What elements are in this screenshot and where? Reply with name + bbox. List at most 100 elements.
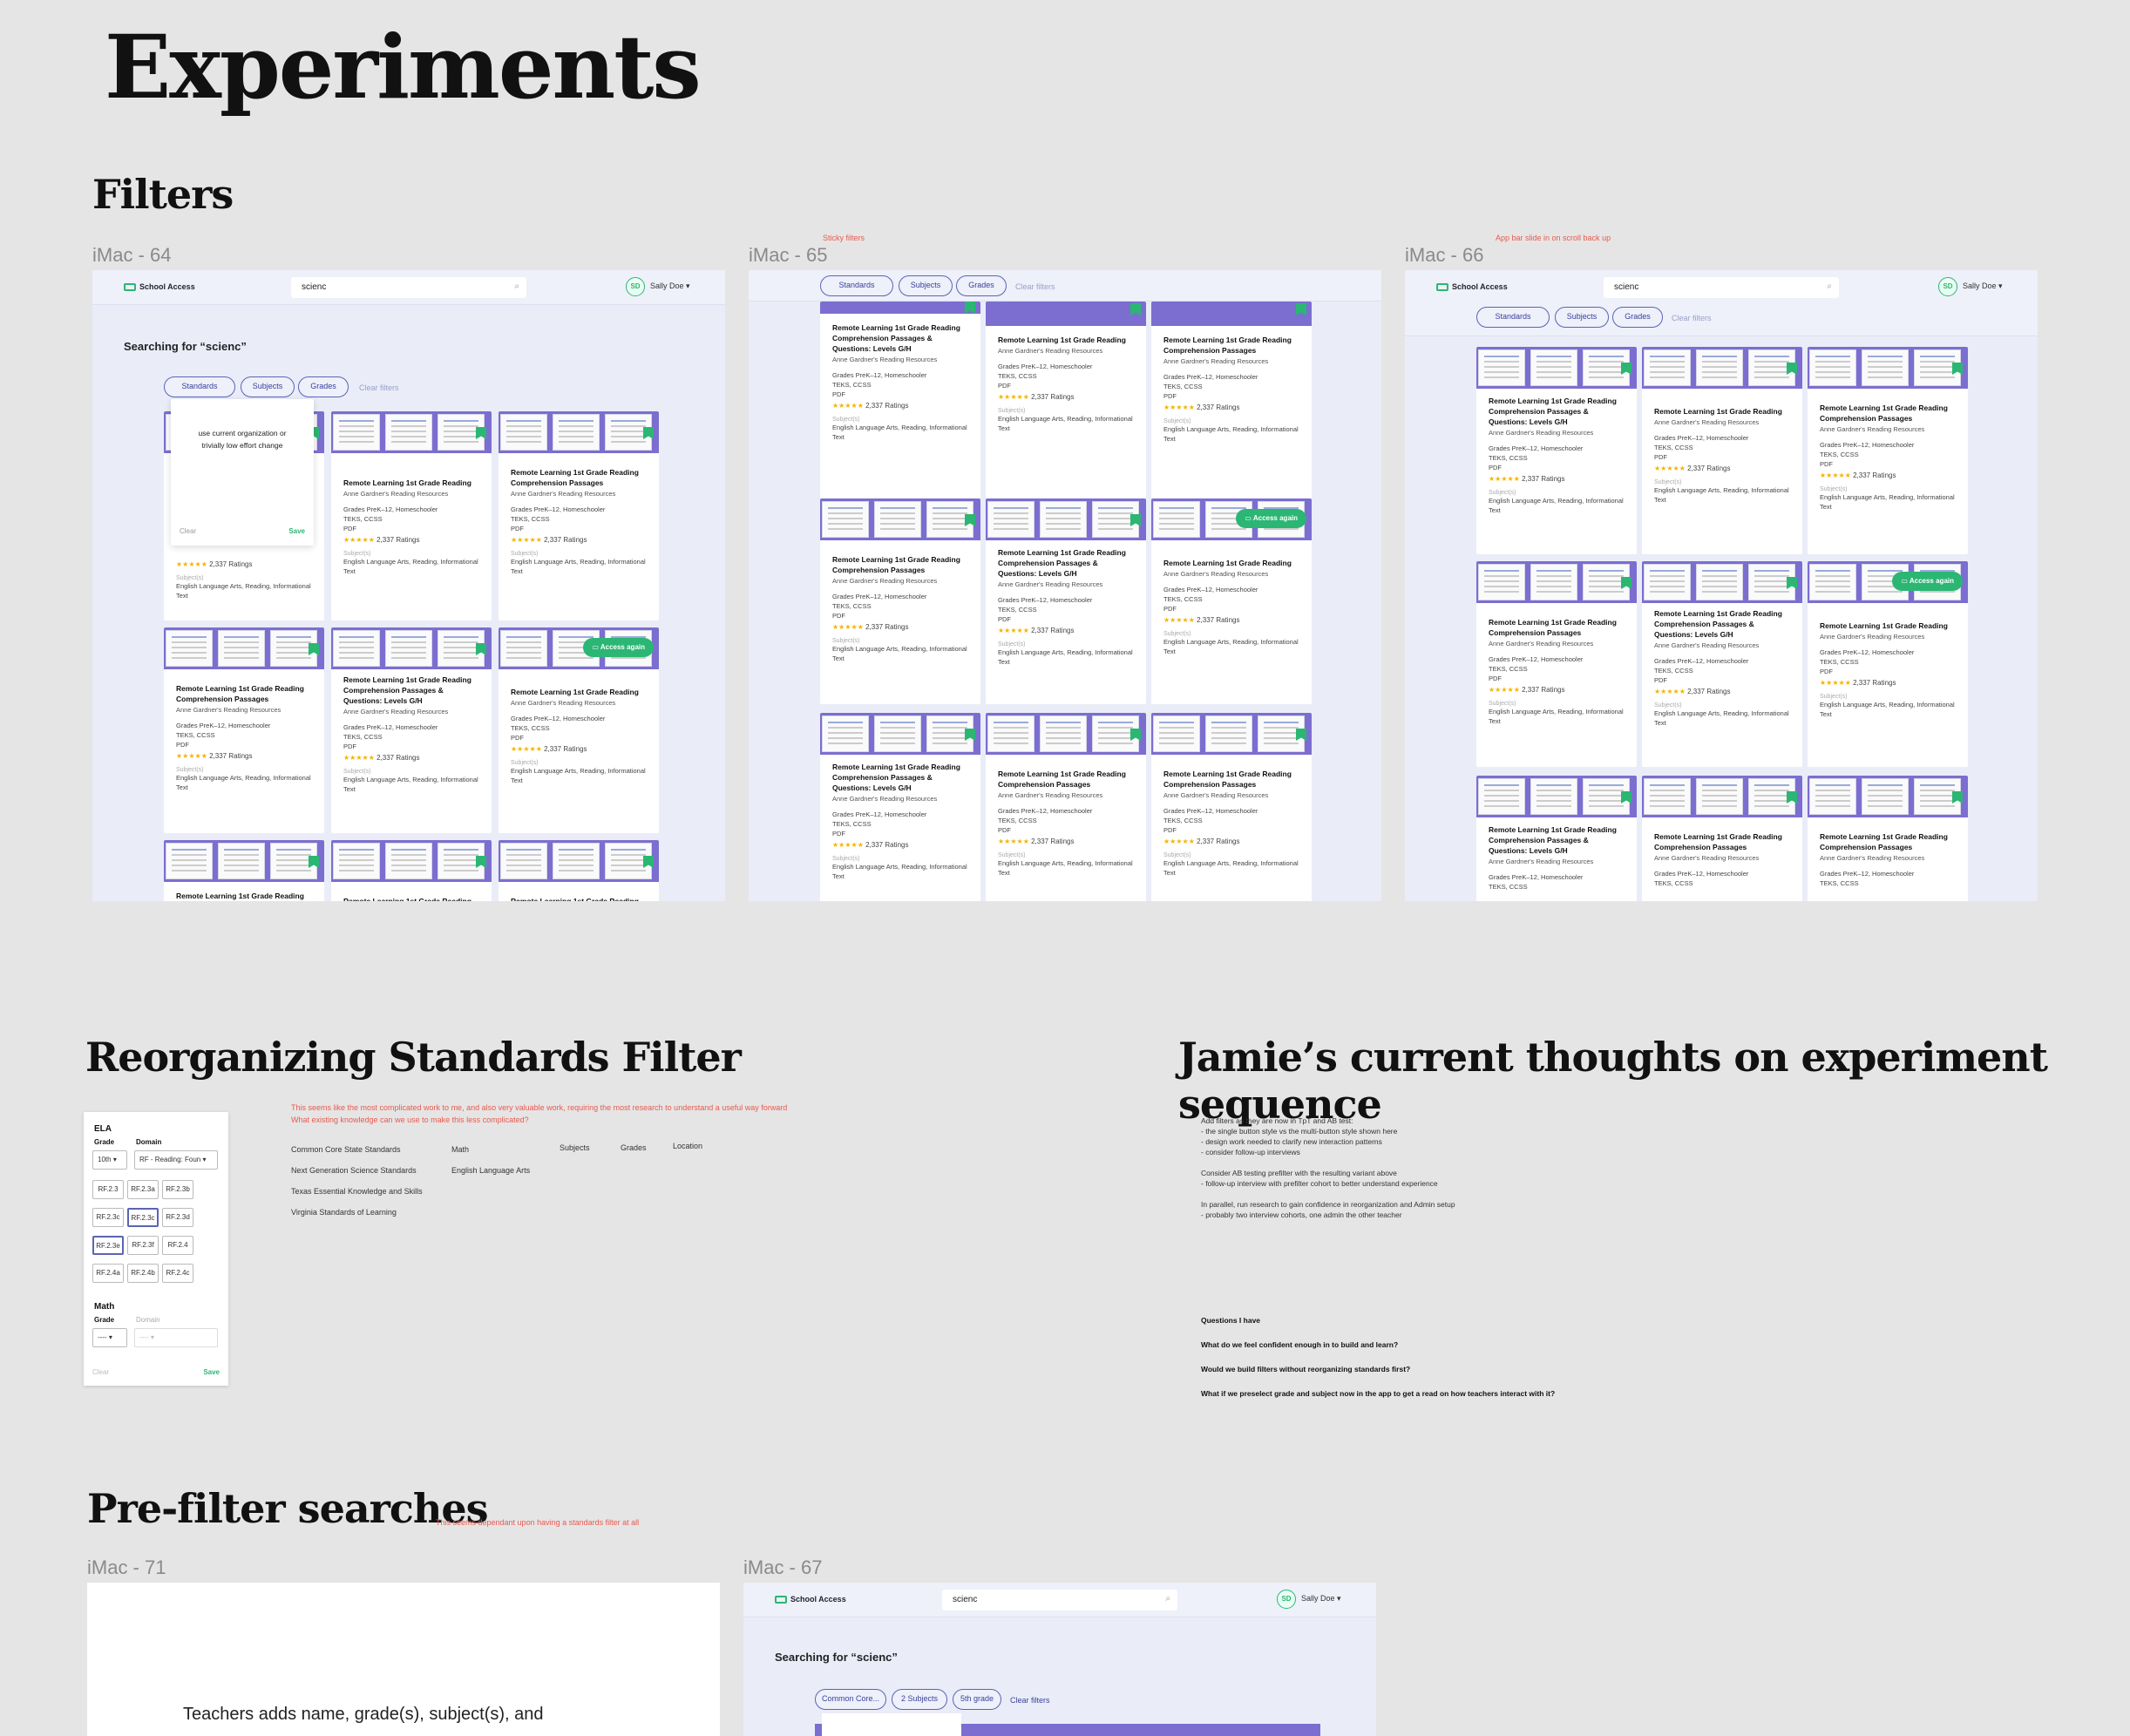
user-menu[interactable]: SD Sally Doe ▾ xyxy=(1277,1590,1341,1609)
search-input[interactable]: scienc ⌕ xyxy=(942,1590,1177,1611)
resource-card[interactable]: ▭ Access again Remote Learning 1st Grade… xyxy=(499,627,659,833)
resource-card[interactable]: Remote Learning 1st Grade Reading xyxy=(499,840,659,901)
panel-clear-button[interactable]: Clear xyxy=(92,1368,109,1376)
frame-imac65: Standards Subjects Grades Clear filters … xyxy=(749,270,1381,901)
prefilter-subjects[interactable]: 2 Subjects xyxy=(892,1689,947,1710)
card-title[interactable]: Remote Learning 1st Grade Reading Compre… xyxy=(343,675,479,706)
search-input[interactable]: scienc ⌕ xyxy=(291,277,526,298)
code-button[interactable]: RF.2.4 xyxy=(162,1236,193,1255)
clear-filters-link[interactable]: Clear filters xyxy=(1015,282,1055,291)
resource-card[interactable]: Remote Learning 1st Grade Reading Compre… xyxy=(1476,776,1637,901)
standards-popover: use current organization or trivially lo… xyxy=(171,399,314,546)
subject-item[interactable]: English Language Arts xyxy=(451,1166,530,1175)
subject-item[interactable]: Math xyxy=(451,1145,530,1154)
clear-filters-link[interactable]: Clear filters xyxy=(1010,1696,1050,1705)
standard-item[interactable]: Common Core State Standards xyxy=(291,1145,423,1154)
resource-card[interactable]: Remote Learning 1st Grade Reading Compre… xyxy=(164,627,324,833)
resource-card[interactable]: Remote Learning 1st Grade Reading Compre… xyxy=(331,627,492,833)
resource-card[interactable]: Remote Learning 1st Grade Reading Compre… xyxy=(820,498,980,704)
resource-card[interactable]: Remote Learning 1st Grade Reading Compre… xyxy=(1808,347,1968,554)
code-button[interactable]: RF.2.3f xyxy=(127,1236,159,1255)
user-menu[interactable]: SD Sally Doe ▾ xyxy=(626,277,690,296)
math-domain-select[interactable]: ---- ▾ xyxy=(134,1328,218,1347)
monitor-icon: ▭ xyxy=(592,643,600,651)
bookmark-icon[interactable] xyxy=(1296,303,1306,315)
code-button[interactable]: RF.2.4b xyxy=(127,1264,159,1283)
resource-card[interactable]: Remote Learning 1st Grade Reading Compre… xyxy=(1151,302,1312,498)
panel-save-button[interactable]: Save xyxy=(203,1368,220,1376)
searching-label: Searching for “scienc” xyxy=(124,340,247,353)
access-again-button[interactable]: ▭ Access again xyxy=(1892,572,1963,591)
resource-card[interactable]: Remote Learning 1st Grade Reading Anne Ga… xyxy=(331,411,492,620)
resource-card[interactable]: Remote Learning 1st Grade Reading Compre… xyxy=(820,302,980,498)
resource-card[interactable]: Remote Learning 1st Grade Reading Compre… xyxy=(1642,776,1802,901)
code-button[interactable]: RF.2.3a xyxy=(127,1180,159,1199)
chevron-down-icon: ▾ xyxy=(686,281,690,290)
code-button[interactable]: RF.2.4a xyxy=(92,1264,124,1283)
bookmark-icon[interactable] xyxy=(965,302,975,314)
school-access-logo[interactable]: School Access xyxy=(124,282,195,292)
resource-card[interactable]: Remote Learning 1st Grade Reading Anne Ga… xyxy=(986,302,1146,498)
resource-card[interactable]: Remote Learning 1st Grade Reading Compre… xyxy=(986,713,1146,901)
filter-subjects[interactable]: Subjects xyxy=(241,376,295,397)
code-button[interactable]: RF.2.4c xyxy=(162,1264,193,1283)
filter-grades[interactable]: Grades xyxy=(298,376,349,397)
resource-card[interactable]: Remote Learning 1st Grade Reading Compre… xyxy=(1476,347,1637,554)
search-input[interactable]: scienc ⌕ xyxy=(1604,277,1839,298)
domain-select[interactable]: RF - Reading: Foun ▾ xyxy=(134,1150,218,1170)
clear-filters-link[interactable]: Clear filters xyxy=(1672,314,1712,322)
resource-card[interactable]: Remote Learning 1st Grade Reading Compre… xyxy=(164,840,324,901)
resource-card[interactable]: Remote Learning 1st Grade Reading Compre… xyxy=(1808,776,1968,901)
access-again-button[interactable]: ▭ Access again xyxy=(583,638,654,657)
card-title[interactable]: Remote Learning 1st Grade Reading Compre… xyxy=(511,467,647,488)
filter-grades[interactable]: Grades xyxy=(956,275,1007,296)
resource-card[interactable]: Remote Learning 1st Grade Reading Anne Ga… xyxy=(1642,347,1802,554)
search-icon: ⌕ xyxy=(1165,1594,1170,1604)
card-title[interactable]: Remote Learning 1st Grade Reading Compre… xyxy=(176,683,312,704)
resource-card[interactable]: Remote Learning 1st Grade Reading Compre… xyxy=(986,498,1146,704)
filter-subjects[interactable]: Subjects xyxy=(899,275,953,296)
code-button[interactable]: RF.2.3c xyxy=(92,1208,124,1227)
access-again-button[interactable]: ▭ Access again xyxy=(1236,509,1306,528)
resource-card[interactable]: ▭ Access again Remote Learning 1st Grade … xyxy=(1151,498,1312,704)
card-title[interactable]: Remote Learning 1st Grade Reading xyxy=(511,687,647,697)
resource-card[interactable]: Remote Learning 1st Grade Reading Compre… xyxy=(820,713,980,901)
standard-item[interactable]: Next Generation Science Standards xyxy=(291,1166,423,1175)
user-menu[interactable]: SD Sally Doe ▾ xyxy=(1938,277,2003,296)
resource-card[interactable]: Remote Learning 1st Grade Reading Compre… xyxy=(1642,561,1802,767)
resource-card[interactable]: ▭ Access again Remote Learning 1st Grade … xyxy=(1808,561,1968,767)
resource-card[interactable]: Remote Learning 1st Grade Reading Compre… xyxy=(499,411,659,620)
popover-clear-button[interactable]: Clear xyxy=(180,527,196,535)
code-button[interactable]: RF.2.3 xyxy=(92,1180,124,1199)
card-title[interactable]: Remote Learning 1st Grade Reading xyxy=(343,478,479,488)
avatar: SD xyxy=(1277,1590,1296,1609)
filter-grades[interactable]: Grades xyxy=(1612,307,1663,328)
grade-select[interactable]: 10th ▾ xyxy=(92,1150,127,1170)
resource-card[interactable]: Remote Learning 1st Grade Reading Compre… xyxy=(1151,713,1312,901)
code-button-selected[interactable]: RF.2.3c xyxy=(127,1208,159,1227)
school-access-logo[interactable]: School Access xyxy=(775,1595,846,1604)
math-grade-select[interactable]: ---- ▾ xyxy=(92,1328,127,1347)
prefilter-standards[interactable]: Common Core... xyxy=(815,1689,886,1710)
bookmark-icon[interactable] xyxy=(1130,303,1141,315)
frame-label-imac65: iMac - 65 xyxy=(749,244,828,266)
card-author[interactable]: Anne Gardner's Reading Resources xyxy=(343,490,479,498)
standard-item[interactable]: Virginia Standards of Learning xyxy=(291,1208,423,1217)
filter-standards[interactable]: Standards xyxy=(1476,307,1550,328)
school-access-logo[interactable]: School Access xyxy=(1436,282,1508,292)
filter-subjects[interactable]: Subjects xyxy=(1555,307,1609,328)
popover-save-button[interactable]: Save xyxy=(288,527,305,535)
code-button-selected[interactable]: RF.2.3e xyxy=(92,1236,124,1255)
search-value: scienc xyxy=(302,282,327,292)
thought-line: - follow-up interview with prefilter coh… xyxy=(1201,1179,1438,1188)
standard-item[interactable]: Texas Essential Knowledge and Skills xyxy=(291,1187,423,1196)
filter-standards[interactable]: Standards xyxy=(820,275,893,296)
section-title-thoughts: Jamie’s current thoughts on experiment s… xyxy=(1178,1034,2048,1128)
filter-standards[interactable]: Standards xyxy=(164,376,235,397)
prefilter-grade[interactable]: 5th grade xyxy=(953,1689,1001,1710)
code-button[interactable]: RF.2.3b xyxy=(162,1180,193,1199)
clear-filters-link[interactable]: Clear filters xyxy=(359,383,399,392)
code-button[interactable]: RF.2.3d xyxy=(162,1208,193,1227)
resource-card[interactable]: Remote Learning 1st Grade Reading Compre… xyxy=(1476,561,1637,767)
resource-card[interactable]: Remote Learning 1st Grade Reading xyxy=(331,840,492,901)
